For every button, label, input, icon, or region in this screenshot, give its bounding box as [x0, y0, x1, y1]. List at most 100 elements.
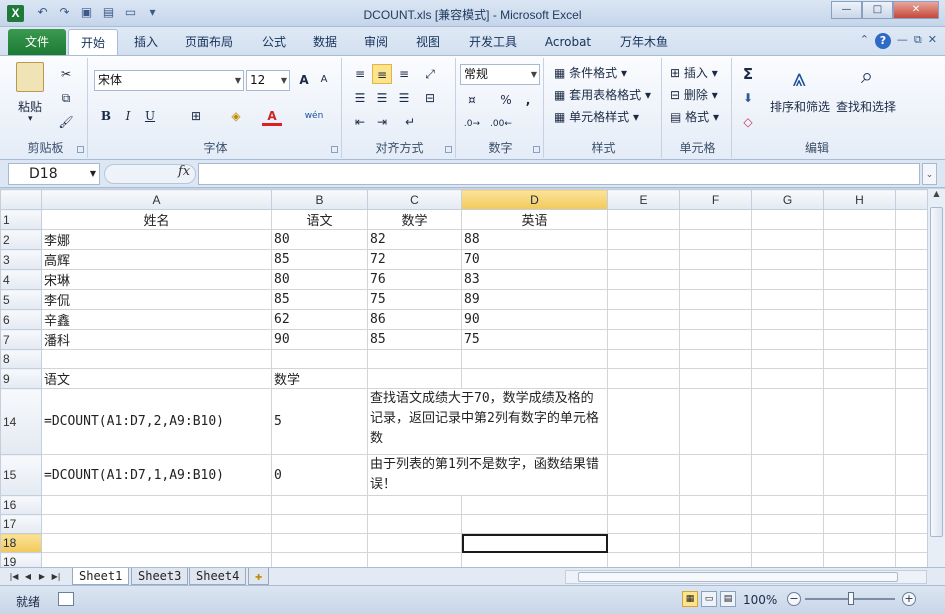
cell-A4[interactable]: 宋琳 [41, 269, 272, 290]
cell-D9[interactable] [461, 368, 608, 389]
cell-C9[interactable] [367, 368, 462, 389]
fill-icon[interactable]: ⬇ [738, 88, 758, 108]
autosum-button[interactable]: Σ [738, 64, 758, 84]
align-left-icon[interactable]: ☰ [350, 88, 370, 108]
tab-developer[interactable]: 开发工具 [460, 29, 526, 55]
format-as-table-button[interactable]: ▦ 套用表格格式 ▾ [554, 86, 651, 103]
cell-C16[interactable] [367, 495, 462, 515]
tab-page-layout[interactable]: 页面布局 [176, 29, 242, 55]
cell-D7[interactable]: 75 [461, 329, 608, 350]
clear-icon[interactable]: ◇ [738, 112, 758, 132]
cell-A3[interactable]: 高辉 [41, 249, 272, 270]
cell-E8[interactable] [607, 349, 680, 369]
cell-F15[interactable] [679, 454, 752, 496]
column-header[interactable]: A [41, 189, 272, 210]
tab-view[interactable]: 视图 [406, 29, 450, 55]
comma-style-button[interactable]: , [518, 90, 538, 110]
tab-review[interactable]: 审阅 [354, 29, 398, 55]
pinyin-icon[interactable]: wén [304, 106, 324, 126]
cell-E2[interactable] [607, 229, 680, 250]
prev-sheet-icon[interactable]: ◀ [22, 569, 34, 584]
cell-A19[interactable] [41, 552, 272, 567]
cell-H7[interactable] [823, 329, 896, 350]
doc-minimize-icon[interactable]: — [897, 33, 908, 49]
cell-G15[interactable] [751, 454, 824, 496]
formula-input[interactable] [198, 163, 920, 185]
cell-C15[interactable]: 由于列表的第1列不是数字，函数结果错误！ [367, 454, 608, 496]
cell-A8[interactable] [41, 349, 272, 369]
cell-F17[interactable] [679, 514, 752, 534]
column-header[interactable]: B [271, 189, 368, 210]
cell-D16[interactable] [461, 495, 608, 515]
cell-F4[interactable] [679, 269, 752, 290]
cell-G3[interactable] [751, 249, 824, 270]
cell-A9[interactable]: 语文 [41, 368, 272, 389]
sort-filter-button[interactable]: 排序和筛选 [770, 98, 830, 115]
cell-B5[interactable]: 85 [271, 289, 368, 310]
doc-restore-icon[interactable]: ⧉ [914, 33, 922, 49]
cell-E7[interactable] [607, 329, 680, 350]
font-size-select[interactable]: 12 ▼ [246, 70, 290, 91]
cell-G1[interactable] [751, 209, 824, 230]
column-header[interactable]: C [367, 189, 462, 210]
font-color-button[interactable]: A [262, 106, 282, 126]
worksheet-grid[interactable]: A B C D E F G H 1 姓名 语文 数学 英语 2 李娜 80 82 88 3 高辉 85 7… [0, 189, 945, 567]
tab-acrobat[interactable]: Acrobat [536, 29, 600, 55]
format-cells-button[interactable]: ▤ 格式 ▾ [670, 108, 719, 125]
zoom-slider-thumb[interactable] [848, 592, 854, 605]
cell-H1[interactable] [823, 209, 896, 230]
cell-C14[interactable]: 查找语文成绩大于70，数学成绩及格的记录，返回记录中第2列有数字的单元格数 [367, 388, 608, 455]
cell-A16[interactable] [41, 495, 272, 515]
cell-D6[interactable]: 90 [461, 309, 608, 330]
horizontal-scrollbar[interactable] [565, 570, 927, 584]
cell-F1[interactable] [679, 209, 752, 230]
cell-H9[interactable] [823, 368, 896, 389]
align-middle-icon[interactable]: ≡ [372, 64, 392, 84]
grow-font-button[interactable]: A [294, 70, 314, 90]
row-header[interactable]: 16 [0, 495, 42, 515]
doc-close-icon[interactable]: ✕ [928, 33, 937, 49]
cell-A18[interactable] [41, 533, 272, 553]
cell-A15[interactable]: =DCOUNT(A1:D7,1,A9:B10) [41, 454, 272, 496]
cell-D17[interactable] [461, 514, 608, 534]
cell-A6[interactable]: 辛鑫 [41, 309, 272, 330]
delete-cells-button[interactable]: ⊟ 删除 ▾ [670, 86, 718, 103]
percent-button[interactable]: % [496, 90, 516, 110]
cell-A1[interactable]: 姓名 [41, 209, 272, 230]
cell-B4[interactable]: 80 [271, 269, 368, 290]
cell-B6[interactable]: 62 [271, 309, 368, 330]
bold-button[interactable]: B [96, 106, 116, 126]
scroll-up-icon[interactable]: ▲ [928, 189, 945, 198]
zoom-in-icon[interactable]: + [902, 592, 916, 606]
cell-E18[interactable] [607, 533, 680, 553]
row-header[interactable]: 2 [0, 229, 42, 250]
row-header[interactable]: 17 [0, 514, 42, 534]
find-select-button[interactable]: 查找和选择 [836, 98, 896, 115]
cell-F16[interactable] [679, 495, 752, 515]
minimize-ribbon-icon[interactable]: ⌃ [860, 33, 869, 49]
cell-C18[interactable] [367, 533, 462, 553]
cell-E16[interactable] [607, 495, 680, 515]
insert-sheet-icon[interactable]: ✚ [248, 568, 270, 585]
cell-E17[interactable] [607, 514, 680, 534]
row-header[interactable]: 5 [0, 289, 42, 310]
cell-G16[interactable] [751, 495, 824, 515]
cell-C17[interactable] [367, 514, 462, 534]
tab-wannian-muyu[interactable]: 万年木鱼 [611, 29, 677, 55]
orientation-icon[interactable]: ⤢ [420, 64, 440, 84]
cell-H4[interactable] [823, 269, 896, 290]
cell-E1[interactable] [607, 209, 680, 230]
cell-B7[interactable]: 90 [271, 329, 368, 350]
row-header[interactable]: 6 [0, 309, 42, 330]
column-header[interactable]: H [823, 189, 896, 210]
cell-H8[interactable] [823, 349, 896, 369]
cell-H6[interactable] [823, 309, 896, 330]
row-header-selected[interactable]: 18 [0, 533, 42, 553]
row-header[interactable]: 19 [0, 552, 42, 567]
copy-icon[interactable]: ⧉ [56, 88, 76, 108]
cell-G19[interactable] [751, 552, 824, 567]
select-all-corner[interactable] [0, 189, 42, 210]
help-icon[interactable]: ? [874, 33, 891, 49]
cell-H5[interactable] [823, 289, 896, 310]
underline-button[interactable]: U [140, 106, 160, 126]
